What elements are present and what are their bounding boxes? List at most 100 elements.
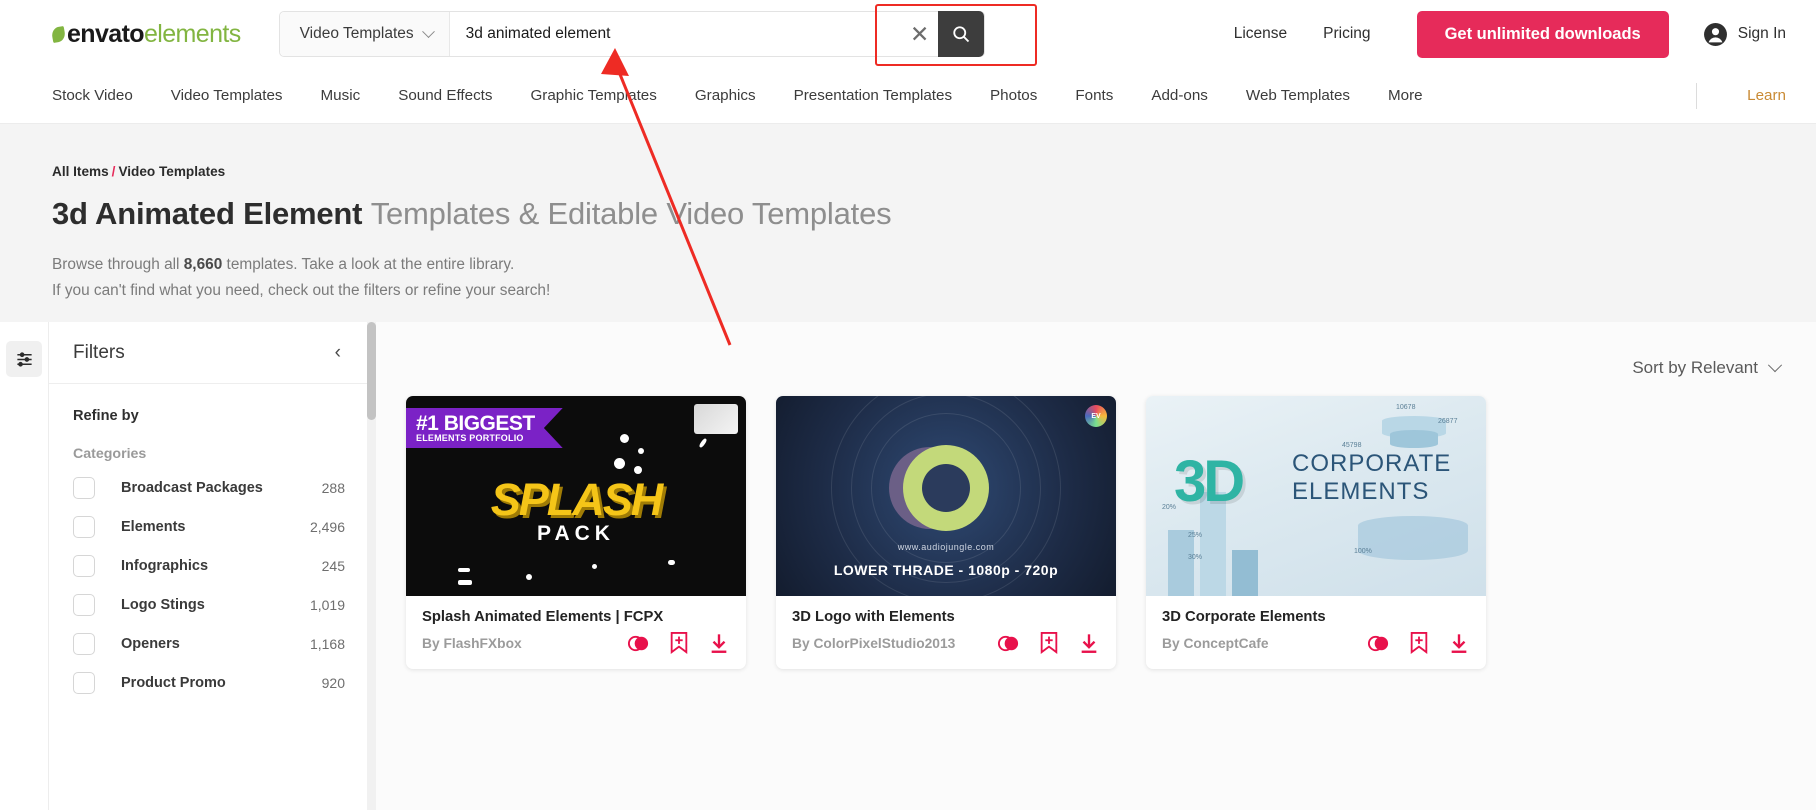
card-footer: Splash Animated Elements | FCPX By Flash…: [406, 596, 746, 669]
category-count: 1,019: [309, 596, 345, 613]
nav-item-add-ons[interactable]: Add-ons: [1151, 87, 1208, 104]
subtitle-pre: Browse through all: [52, 256, 184, 273]
thumb-url-text: www.audiojungle.com: [897, 542, 995, 552]
search-category-label: Video Templates: [299, 25, 414, 42]
card-logo-mark: [903, 445, 989, 531]
filter-toggle-button[interactable]: [6, 341, 42, 377]
filters-header: Filters ‹: [49, 322, 369, 384]
bookmark-plus-icon[interactable]: [1408, 631, 1430, 655]
checkbox-broadcast-packages[interactable]: [73, 476, 95, 499]
envato-elements-logo[interactable]: envato elements: [50, 20, 241, 49]
search-category-select[interactable]: Video Templates: [279, 12, 450, 56]
checkbox-product-promo[interactable]: [73, 671, 95, 694]
result-card[interactable]: #1 BIGGEST ELEMENTS PORTFOLIO SPLASH PAC…: [406, 396, 746, 669]
chevron-left-icon[interactable]: ‹: [335, 343, 341, 362]
category-row-openers[interactable]: Openers 1,168: [73, 624, 345, 663]
card-thumbnail[interactable]: #1 BIGGEST ELEMENTS PORTFOLIO SPLASH PAC…: [406, 396, 746, 596]
checkbox-elements[interactable]: [73, 515, 95, 538]
filters-title: Filters: [73, 341, 125, 363]
thumb-stat-1: 20%: [1162, 504, 1177, 511]
clear-search-icon[interactable]: ✕: [902, 11, 938, 57]
category-label: Infographics: [121, 557, 209, 574]
card-actions: [1367, 631, 1470, 655]
nav-item-video-templates[interactable]: Video Templates: [171, 87, 283, 104]
nav-item-sound-effects[interactable]: Sound Effects: [398, 87, 492, 104]
thumb-subtitle-text: PACK: [537, 522, 615, 545]
card-thumbnail[interactable]: 3D CORPORATE ELEMENTS 20% 25% 30% 10678 …: [1146, 396, 1486, 596]
top-header-bar: envato elements Video Templates ✕ Licens…: [0, 0, 1816, 68]
sign-in-button[interactable]: Sign In: [1703, 22, 1786, 47]
nav-item-fonts[interactable]: Fonts: [1075, 87, 1113, 104]
breadcrumb-video-templates[interactable]: Video Templates: [118, 164, 225, 179]
download-icon[interactable]: [708, 632, 730, 655]
card-title[interactable]: 3D Logo with Elements: [792, 609, 1100, 625]
page-title-query: 3d Animated Element: [52, 196, 363, 231]
header-link-license[interactable]: License: [1234, 25, 1287, 43]
breadcrumb: All Items / Video Templates: [52, 164, 1816, 179]
bookmark-plus-icon[interactable]: [1038, 631, 1060, 655]
checkbox-logo-stings[interactable]: [73, 593, 95, 616]
thumb-title-text: SPLASH: [490, 474, 664, 525]
card-author[interactable]: By ColorPixelStudio2013: [792, 636, 955, 651]
get-unlimited-downloads-button[interactable]: Get unlimited downloads: [1416, 10, 1669, 58]
chart-bar: [1168, 530, 1194, 596]
nav-item-graphic-templates[interactable]: Graphic Templates: [530, 87, 656, 104]
category-label: Openers: [121, 635, 180, 652]
category-label: Product Promo: [121, 674, 226, 691]
header-link-pricing[interactable]: Pricing: [1323, 25, 1370, 43]
bookmark-plus-icon[interactable]: [668, 631, 690, 655]
card-author[interactable]: By ConceptCafe: [1162, 636, 1269, 651]
card-thumbnail[interactable]: EV www.audiojungle.com LOWER THRADE - 10…: [776, 396, 1116, 596]
sort-by-dropdown[interactable]: Sort by Relevant: [1632, 358, 1783, 378]
category-count: 245: [321, 557, 345, 574]
nav-item-stock-video[interactable]: Stock Video: [52, 87, 133, 104]
nav-item-graphics[interactable]: Graphics: [695, 87, 756, 104]
badge-text: EV: [1091, 412, 1101, 420]
result-card[interactable]: 3D CORPORATE ELEMENTS 20% 25% 30% 10678 …: [1146, 396, 1486, 669]
result-card[interactable]: EV www.audiojungle.com LOWER THRADE - 10…: [776, 396, 1116, 669]
category-row-elements[interactable]: Elements 2,496: [73, 507, 345, 546]
main-navigation: Stock Video Video Templates Music Sound …: [0, 68, 1816, 124]
fcpx-badge-icon: [694, 404, 738, 434]
nav-item-more[interactable]: More: [1388, 87, 1423, 104]
category-row-product-promo[interactable]: Product Promo 920: [73, 663, 345, 702]
search-submit-button[interactable]: [937, 11, 984, 57]
category-row-infographics[interactable]: Infographics 245: [73, 546, 345, 585]
ribbon-main-text: #1 BIGGEST: [416, 412, 535, 435]
filters-body: Refine by Categories Broadcast Packages …: [49, 384, 369, 702]
card-title[interactable]: 3D Corporate Elements: [1162, 609, 1470, 625]
nav-item-learn[interactable]: Learn: [1747, 87, 1786, 104]
nav-item-web-templates[interactable]: Web Templates: [1246, 87, 1350, 104]
search-input[interactable]: [465, 25, 888, 43]
account-circle-icon: [1703, 22, 1727, 46]
subtitle-line-2: If you can't find what you need, check o…: [52, 282, 551, 300]
category-row-broadcast-packages[interactable]: Broadcast Packages 288: [73, 468, 345, 507]
nav-item-photos[interactable]: Photos: [990, 87, 1037, 104]
card-ribbon: #1 BIGGEST ELEMENTS PORTFOLIO: [406, 408, 563, 448]
download-icon[interactable]: [1448, 632, 1470, 655]
contrast-circle-icon[interactable]: [1367, 632, 1390, 655]
thumb-title-text: 3D: [1174, 449, 1245, 514]
card-title[interactable]: Splash Animated Elements | FCPX: [422, 609, 730, 625]
corp-line-1: CORPORATE: [1292, 450, 1452, 477]
card-author[interactable]: By FlashFXbox: [422, 636, 522, 651]
card-footer: 3D Logo with Elements By ColorPixelStudi…: [776, 596, 1116, 669]
contrast-circle-icon[interactable]: [627, 632, 650, 655]
breadcrumb-all-items[interactable]: All Items: [52, 164, 109, 179]
thumb-num-3: 45798: [1342, 442, 1362, 449]
download-icon[interactable]: [1078, 632, 1100, 655]
nav-item-music[interactable]: Music: [321, 87, 361, 104]
category-row-logo-stings[interactable]: Logo Stings 1,019: [73, 585, 345, 624]
logo-inner: [922, 464, 970, 512]
results-panel: Sort by Relevant #1 BIGGEST ELEMENTS POR…: [370, 322, 1816, 810]
card-meta: By FlashFXbox: [422, 631, 730, 655]
envato-badge-icon: EV: [1085, 405, 1107, 427]
checkbox-openers[interactable]: [73, 632, 95, 655]
chevron-down-icon: [1767, 358, 1783, 373]
subtitle-post: templates. Take a look at the entire lib…: [222, 256, 515, 273]
nav-item-presentation-templates[interactable]: Presentation Templates: [794, 87, 952, 104]
checkbox-infographics[interactable]: [73, 554, 95, 577]
contrast-circle-icon[interactable]: [997, 632, 1020, 655]
thumb-num-1: 10678: [1396, 404, 1416, 411]
splash-dot: [698, 437, 708, 449]
